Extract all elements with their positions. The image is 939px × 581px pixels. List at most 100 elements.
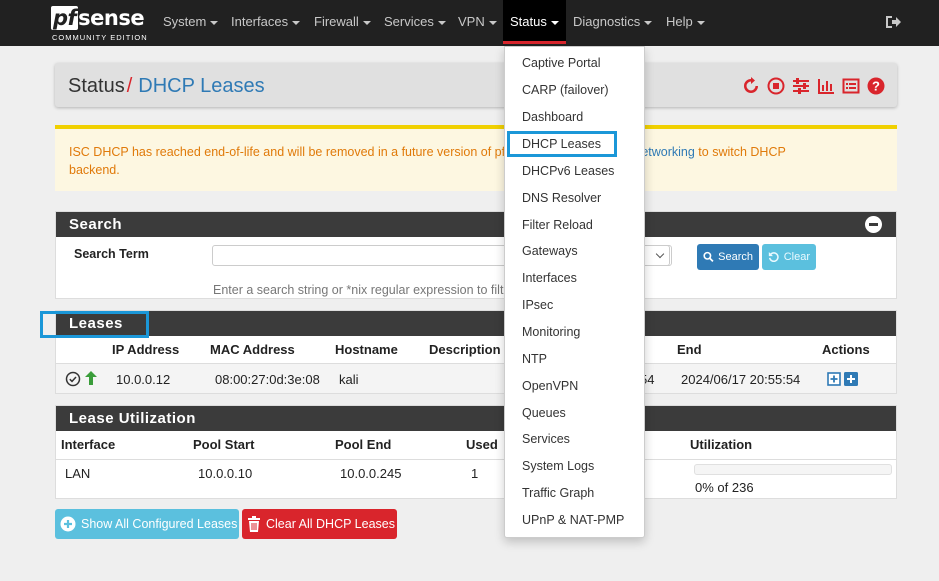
col-actions[interactable]: Actions xyxy=(822,342,870,357)
arrow-up-icon xyxy=(85,371,97,385)
collapse-icon[interactable] xyxy=(865,216,882,233)
util-pool-end: 10.0.0.245 xyxy=(340,466,402,481)
search-help-text: Enter a search string or *nix regular ex… xyxy=(213,283,504,297)
leases-panel-heading: Leases xyxy=(56,311,896,336)
search-panel-heading: Search xyxy=(56,212,896,237)
caret-icon xyxy=(550,20,559,25)
alert-line-2: backend. xyxy=(69,163,120,177)
eol-alert: ISC DHCP has reached end-of-life and wil… xyxy=(55,125,897,191)
col-end[interactable]: End xyxy=(677,342,702,357)
caret-icon xyxy=(437,20,446,25)
breadcrumb-parent[interactable]: Status xyxy=(68,75,125,97)
nav-interfaces[interactable]: Interfaces xyxy=(231,0,301,44)
nav-help[interactable]: Help xyxy=(666,0,705,44)
menu-item-upnp[interactable]: UPnP & NAT-PMP xyxy=(522,513,624,527)
navbar: pfsense COMMUNITY EDITION System Interfa… xyxy=(0,0,939,46)
status-dropdown-menu: Captive Portal CARP (failover) Dashboard… xyxy=(504,46,645,538)
lease-end: 2024/06/17 20:55:54 xyxy=(681,372,801,387)
menu-item-system-logs[interactable]: System Logs xyxy=(522,459,594,473)
caret-icon xyxy=(210,20,219,25)
table-row: 10.0.0.12 08:00:27:0d:3e:08 kali 54 2024… xyxy=(56,363,896,393)
col-mac-address[interactable]: MAC Address xyxy=(210,342,295,357)
clear-all-leases-button[interactable]: Clear All DHCP Leases xyxy=(242,509,397,539)
utilization-panel: Lease Utilization Interface Pool Start P… xyxy=(55,405,897,499)
add-static-mapping-icon[interactable] xyxy=(827,372,841,386)
nav-firewall[interactable]: Firewall xyxy=(314,0,371,44)
menu-item-interfaces[interactable]: Interfaces xyxy=(522,271,577,285)
header-icons: ? xyxy=(742,77,885,95)
breadcrumb-separator: / xyxy=(126,75,133,97)
brand-edition: COMMUNITY EDITION xyxy=(52,33,148,42)
col-hostname[interactable]: Hostname xyxy=(335,342,398,357)
utilization-progress-bar xyxy=(694,464,892,475)
col-utilization: Utilization xyxy=(690,437,753,452)
lease-mac: 08:00:27:0d:3e:08 xyxy=(215,372,320,387)
utilization-panel-heading: Lease Utilization xyxy=(56,406,896,431)
util-pool-start: 10.0.0.10 xyxy=(198,466,253,481)
nav-diagnostics[interactable]: Diagnostics xyxy=(573,0,653,44)
pfsense-logo[interactable]: pfsense COMMUNITY EDITION xyxy=(51,6,147,42)
trash-icon xyxy=(248,516,260,532)
lease-ip: 10.0.0.12 xyxy=(116,372,171,387)
caret-icon xyxy=(644,20,653,25)
lease-hostname: kali xyxy=(339,372,359,387)
leases-panel: Leases IP Address MAC Address Hostname D… xyxy=(55,310,897,394)
highlight-dhcp-leases xyxy=(507,131,617,157)
plus-circle-icon xyxy=(60,516,76,532)
help-icon[interactable]: ? xyxy=(867,77,885,95)
brand-name: pfsense xyxy=(51,6,145,30)
undo-icon xyxy=(768,251,779,262)
col-used: Used xyxy=(466,437,498,452)
breadcrumb-current[interactable]: DHCP Leases xyxy=(138,75,264,97)
add-wol-mapping-icon[interactable] xyxy=(844,372,858,386)
col-pool-start: Pool Start xyxy=(193,437,255,452)
menu-item-dns-resolver[interactable]: DNS Resolver xyxy=(522,191,601,205)
logout-icon[interactable] xyxy=(884,13,902,31)
util-used: 1 xyxy=(471,466,479,481)
show-all-leases-button[interactable]: Show All Configured Leases xyxy=(55,509,239,539)
search-panel: Search Search Term Enter a search string… xyxy=(55,211,897,299)
menu-item-gateways[interactable]: Gateways xyxy=(522,244,578,258)
search-button[interactable]: Search xyxy=(697,244,759,270)
utilization-table-header: Interface Pool Start Pool End Used Utili… xyxy=(56,431,896,459)
chart-icon[interactable] xyxy=(817,77,835,95)
leases-table-header: IP Address MAC Address Hostname Descript… xyxy=(56,336,896,363)
utilization-panel-title: Lease Utilization xyxy=(69,410,196,427)
stop-icon[interactable] xyxy=(767,77,785,95)
clear-button[interactable]: Clear xyxy=(762,244,816,270)
col-description[interactable]: Description xyxy=(429,342,501,357)
menu-item-captive-portal[interactable]: Captive Portal xyxy=(522,56,601,70)
nav-services[interactable]: Services xyxy=(384,0,446,44)
util-interface: LAN xyxy=(65,466,91,481)
menu-item-dashboard[interactable]: Dashboard xyxy=(522,110,583,124)
search-icon xyxy=(703,251,714,262)
nav-status[interactable]: Status xyxy=(503,0,566,44)
menu-item-carp[interactable]: CARP (failover) xyxy=(522,83,609,97)
caret-icon xyxy=(696,20,705,25)
settings-sliders-icon[interactable] xyxy=(792,77,810,95)
list-icon[interactable] xyxy=(842,77,860,95)
menu-item-openvpn[interactable]: OpenVPN xyxy=(522,379,578,393)
menu-item-ntp[interactable]: NTP xyxy=(522,352,547,366)
util-text: 0% of 236 xyxy=(695,480,754,495)
col-ip-address[interactable]: IP Address xyxy=(112,342,179,357)
refresh-icon[interactable] xyxy=(742,77,760,95)
search-panel-title: Search xyxy=(69,216,123,233)
menu-item-queues[interactable]: Queues xyxy=(522,406,566,420)
menu-item-ipsec[interactable]: IPsec xyxy=(522,298,553,312)
page-header: Status / DHCP Leases ? xyxy=(55,63,897,107)
caret-icon xyxy=(362,20,371,25)
menu-item-dhcpv6-leases[interactable]: DHCPv6 Leases xyxy=(522,164,614,178)
svg-text:?: ? xyxy=(872,79,880,94)
search-term-label: Search Term xyxy=(74,247,149,261)
col-pool-end: Pool End xyxy=(335,437,392,452)
nav-vpn[interactable]: VPN xyxy=(458,0,497,44)
caret-icon xyxy=(292,20,301,25)
nav-system[interactable]: System xyxy=(163,0,219,44)
menu-item-traffic-graph[interactable]: Traffic Graph xyxy=(522,486,594,500)
menu-item-services[interactable]: Services xyxy=(522,432,570,446)
alert-line-1: ISC DHCP has reached end-of-life and wil… xyxy=(69,145,786,159)
menu-item-monitoring[interactable]: Monitoring xyxy=(522,325,580,339)
menu-item-filter-reload[interactable]: Filter Reload xyxy=(522,218,593,232)
table-row: LAN 10.0.0.10 10.0.0.245 1 0% of 236 xyxy=(56,459,896,497)
